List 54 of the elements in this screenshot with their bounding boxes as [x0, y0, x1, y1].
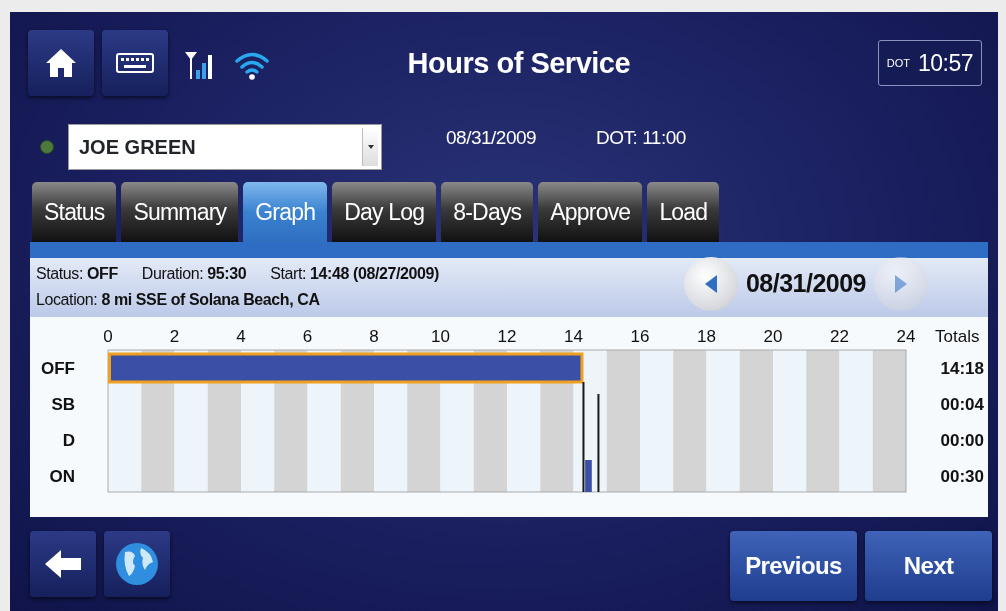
- home-icon: [44, 47, 78, 79]
- right-arrow-icon: [894, 274, 908, 294]
- row-label: D: [62, 431, 75, 450]
- driver-dropdown[interactable]: JOE GREEN: [68, 124, 382, 170]
- keyboard-icon: [116, 53, 154, 73]
- total-value: 00:30: [940, 467, 984, 486]
- screen-title: Hours of Service: [407, 47, 631, 79]
- previous-button[interactable]: Previous: [730, 531, 857, 601]
- hour-label: 8: [369, 327, 379, 346]
- back-button[interactable]: [30, 531, 96, 597]
- home-button[interactable]: [28, 30, 94, 96]
- hour-label: 22: [830, 327, 849, 346]
- hour-label: 18: [697, 327, 716, 346]
- location-text: Location: 8 mi SSE of Solana Beach, CA: [36, 290, 321, 310]
- total-value: 14:18: [940, 359, 984, 378]
- hour-label: 0: [103, 327, 113, 346]
- dot-time: DOT: 11:00: [596, 126, 686, 150]
- tab[interactable]: Approve: [538, 182, 643, 242]
- tab[interactable]: Load: [647, 182, 720, 242]
- caret-icon: [367, 145, 374, 149]
- total-value: 00:04: [940, 395, 984, 414]
- hour-label: 14: [564, 327, 583, 346]
- row-label: ON: [49, 467, 75, 486]
- hour-label: 10: [431, 327, 450, 346]
- tab[interactable]: Summary: [121, 182, 239, 242]
- log-date: 08/31/2009: [446, 126, 537, 150]
- keyboard-button[interactable]: [102, 30, 168, 96]
- totals-heading: Totals: [935, 327, 980, 346]
- status-field: Start: 14:48 (08/27/2009): [270, 262, 439, 286]
- wifi-icon: [234, 50, 270, 80]
- row-label: OFF: [41, 359, 75, 378]
- left-arrow-icon: [703, 274, 718, 294]
- status-light-icon: [40, 140, 54, 154]
- next-button[interactable]: Next: [865, 531, 992, 601]
- hour-label: 6: [302, 327, 313, 346]
- clock-display: DOT 10:57: [877, 40, 982, 86]
- globe-button[interactable]: [104, 531, 170, 597]
- tab[interactable]: Status: [32, 182, 117, 242]
- total-value: 00:00: [940, 431, 984, 450]
- hour-label: 24: [896, 327, 916, 346]
- tab[interactable]: Graph: [243, 182, 328, 242]
- hour-label: 20: [763, 327, 783, 346]
- back-arrow-icon: [43, 548, 83, 580]
- status-field: Duration: 95:30: [141, 262, 247, 286]
- status-field: Status: OFF: [36, 262, 118, 286]
- hour-label: 12: [497, 327, 517, 346]
- hour-label: 16: [630, 327, 650, 346]
- row-label: SB: [51, 395, 75, 414]
- hour-label: 4: [236, 327, 246, 346]
- tab[interactable]: 8-Days: [441, 182, 534, 242]
- globe-icon: [115, 542, 159, 586]
- hour-label: 2: [169, 327, 180, 346]
- graph-date: 08/31/2009: [745, 268, 866, 300]
- tab[interactable]: Day Log: [332, 182, 437, 242]
